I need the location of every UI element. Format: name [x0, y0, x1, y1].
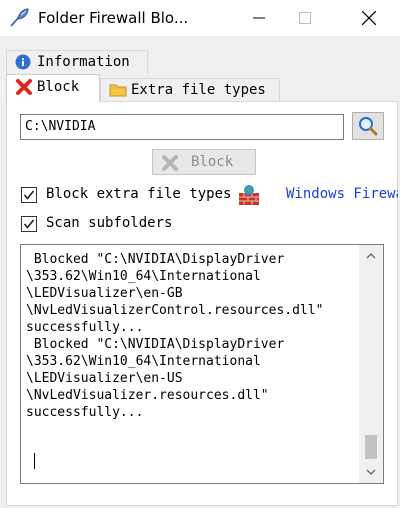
browse-button[interactable]	[352, 112, 384, 140]
close-button[interactable]	[346, 0, 392, 36]
scan-subfolders-checkbox[interactable]	[21, 216, 37, 232]
gray-x-icon	[161, 154, 179, 176]
log-line: Blocked "C:\NVIDIA\DisplayDriver	[26, 252, 285, 267]
log-line: \NvLedVisualizer.resources.dll"	[26, 388, 269, 403]
info-icon	[15, 54, 31, 74]
log-line: \LEDVisualizer\en-GB	[26, 286, 183, 301]
tab-label: Extra file types	[131, 82, 266, 98]
block-extra-file-types-checkbox[interactable]	[21, 187, 37, 203]
tab-extra-file-types[interactable]: Extra file types	[100, 78, 280, 102]
tab-information[interactable]: Information	[6, 50, 148, 74]
scrollbar-thumb[interactable]	[365, 435, 377, 459]
tab-label: Block	[37, 79, 80, 95]
block-extra-file-types-label[interactable]: Block extra file types	[46, 186, 231, 202]
log-line: Blocked "C:\NVIDIA\DisplayDriver	[26, 337, 285, 352]
log-text: Blocked "C:\NVIDIA\DisplayDriver \353.62…	[26, 251, 356, 421]
maximize-icon	[299, 12, 311, 24]
scroll-down-button[interactable]	[359, 461, 383, 483]
log-line: \LEDVisualizer\en-US	[26, 371, 183, 386]
chevron-up-icon	[366, 253, 376, 259]
vertical-scrollbar[interactable]	[359, 245, 383, 483]
log-line: \NvLedVisualizerControl.resources.dll"	[26, 303, 324, 318]
scroll-up-button[interactable]	[359, 245, 383, 267]
block-button-label: Block	[191, 154, 234, 170]
red-x-icon	[15, 78, 33, 100]
folder-path-input[interactable]: C:\NVIDIA	[20, 114, 344, 140]
checkmark-icon	[23, 190, 35, 200]
log-line: successfully...	[26, 320, 144, 335]
firewall-brick-icon	[238, 184, 260, 210]
tab-block[interactable]: Block	[6, 74, 100, 102]
title-bar: Folder Firewall Blo...	[0, 0, 400, 36]
log-line: \353.62\Win10_64\International	[26, 269, 261, 284]
folder-icon	[109, 82, 127, 102]
block-button[interactable]: Block	[152, 149, 256, 175]
close-icon	[362, 11, 376, 25]
windows-firewall-link[interactable]: Windows Firewall	[286, 186, 398, 202]
scan-subfolders-label[interactable]: Scan subfolders	[46, 215, 172, 231]
checkmark-icon	[23, 219, 35, 229]
minimize-icon	[253, 17, 265, 19]
minimize-button[interactable]	[236, 0, 282, 36]
magnifier-icon	[359, 117, 378, 136]
text-caret	[34, 453, 35, 469]
window-title: Folder Firewall Blo...	[38, 9, 189, 27]
log-output-textarea[interactable]: Blocked "C:\NVIDIA\DisplayDriver \353.62…	[20, 244, 384, 484]
chevron-down-icon	[366, 469, 376, 475]
tab-label: Information	[37, 54, 130, 70]
maximize-button[interactable]	[282, 0, 328, 36]
feather-pen-icon	[8, 7, 30, 29]
log-line: \353.62\Win10_64\International	[26, 354, 261, 369]
log-line: successfully...	[26, 405, 144, 420]
